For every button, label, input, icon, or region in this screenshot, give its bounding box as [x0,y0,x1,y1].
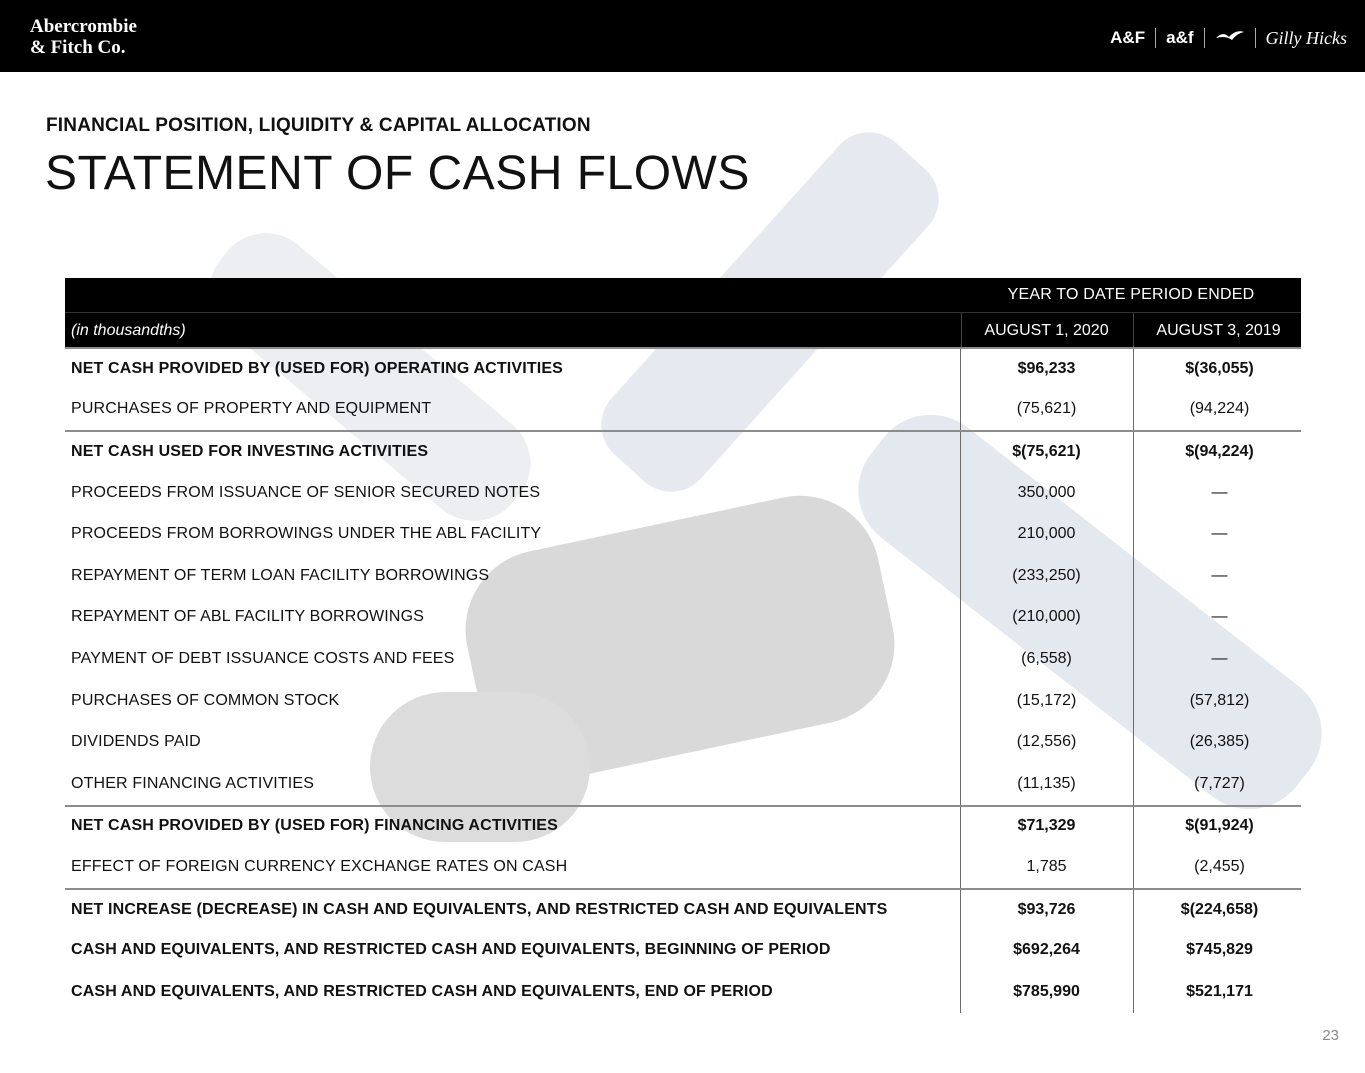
value-2019: (94,224) [1133,388,1305,431]
value-2020: $(75,621) [960,432,1132,472]
value-2020: (75,621) [960,388,1132,431]
row-label: PURCHASES OF COMMON STOCK [71,691,340,709]
row-label: PAYMENT OF DEBT ISSUANCE COSTS AND FEES [71,649,455,667]
table-row: DIVIDENDS PAID (12,556) (26,385) [65,721,1301,763]
value-2019: (7,727) [1133,762,1305,805]
value-2019: $745,829 [1133,929,1305,971]
row-label: DIVIDENDS PAID [71,733,201,751]
table-row: OTHER FINANCING ACTIVITIES (11,135) (7,727… [65,762,1301,805]
column-header-2020: AUGUST 1, 2020 [961,313,1131,348]
value-2020: 350,000 [960,471,1132,514]
table-row: NET INCREASE (DECREASE) IN CASH AND EQUI… [65,887,1301,930]
row-label: NET CASH PROVIDED BY (USED FOR) FINANCIN… [71,817,558,835]
value-2020: (233,250) [960,554,1132,597]
value-2020: (12,556) [960,721,1132,763]
value-2019: $(94,224) [1133,432,1305,472]
value-2020: (15,172) [960,679,1132,722]
value-2020: $71,329 [960,806,1132,847]
table-row: CASH AND EQUIVALENTS, AND RESTRICTED CAS… [65,970,1301,1013]
company-logo-line2: & Fitch Co. [30,37,126,58]
table-row: NET CASH PROVIDED BY (USED FOR) FINANCIN… [65,804,1301,847]
value-2020: $93,726 [960,889,1132,930]
value-2020: (11,135) [960,762,1132,805]
row-label: NET CASH USED FOR INVESTING ACTIVITIES [71,442,429,460]
period-header: YEAR TO DATE PERIOD ENDED [1007,286,1255,303]
value-2019: — [1133,554,1305,597]
page-title: STATEMENT OF CASH FLOWS [45,147,750,200]
company-logo: Abercrombie & Fitch Co. [30,16,137,58]
table-header: YEAR TO DATE PERIOD ENDED (in thousandth… [65,278,1303,348]
brand-divider [1155,28,1157,48]
brand-af-kids: a&f [1166,28,1194,47]
row-label: CASH AND EQUIVALENTS, AND RESTRICTED CAS… [71,982,773,1000]
row-label: CASH AND EQUIVALENTS, AND RESTRICTED CAS… [71,941,831,959]
row-label: PROCEEDS FROM BORROWINGS UNDER THE ABL F… [71,525,542,543]
value-2019: (57,812) [1133,679,1305,722]
table-body: NET CASH PROVIDED BY (USED FOR) OPERATIN… [65,347,1301,1013]
row-label: NET INCREASE (DECREASE) IN CASH AND EQUI… [71,900,888,918]
seagull-icon [1215,28,1245,48]
row-label: PROCEEDS FROM ISSUANCE OF SENIOR SECURED… [71,483,541,501]
value-2019: — [1133,471,1305,514]
header-bar: Abercrombie & Fitch Co. A&F a&f Gilly Hi… [0,0,1365,72]
value-2019: (26,385) [1133,721,1305,763]
value-2019: $(91,924) [1133,806,1305,847]
table-row: EFFECT OF FOREIGN CURRENCY EXCHANGE RATE… [65,846,1301,888]
table-row: PURCHASES OF PROPERTY AND EQUIPMENT (75,6… [65,388,1301,431]
column-header-2019: AUGUST 3, 2019 [1133,313,1303,348]
value-2020: (210,000) [960,596,1132,639]
value-2020: 210,000 [960,513,1132,555]
row-label: REPAYMENT OF ABL FACILITY BORROWINGS [71,608,425,626]
table-row: PROCEEDS FROM ISSUANCE OF SENIOR SECURED… [65,471,1301,514]
row-label: EFFECT OF FOREIGN CURRENCY EXCHANGE RATE… [71,857,568,875]
value-2019: — [1133,638,1305,680]
value-2019: $521,171 [1133,970,1305,1013]
table-row: CASH AND EQUIVALENTS, AND RESTRICTED CAS… [65,929,1301,971]
value-2020: $96,233 [960,349,1132,389]
table-row: REPAYMENT OF ABL FACILITY BORROWINGS (210… [65,596,1301,639]
units-label: (in thousandths) [71,322,186,339]
value-2019: — [1133,596,1305,639]
table-row: PAYMENT OF DEBT ISSUANCE COSTS AND FEES (… [65,638,1301,680]
value-2019: $(224,658) [1133,889,1305,930]
value-2020: (6,558) [960,638,1132,680]
value-2020: $692,264 [960,929,1132,971]
table-row: PURCHASES OF COMMON STOCK (15,172) (57,812… [65,679,1301,722]
row-label: PURCHASES OF PROPERTY AND EQUIPMENT [71,400,432,418]
value-2020: $785,990 [960,970,1132,1013]
brand-divider [1203,28,1205,48]
table-row: NET CASH USED FOR INVESTING ACTIVITIES $(… [65,430,1301,472]
company-logo-line1: Abercrombie [30,16,137,37]
value-2019: — [1133,513,1305,555]
section-subtitle: FINANCIAL POSITION, LIQUIDITY & CAPITAL … [46,115,591,136]
table-row: PROCEEDS FROM BORROWINGS UNDER THE ABL F… [65,513,1301,555]
value-2020: 1,785 [960,846,1132,888]
page-number: 23 [1322,1027,1339,1044]
brand-logos: A&F a&f Gilly Hicks [1110,26,1347,50]
brand-af: A&F [1110,28,1146,47]
brand-divider [1254,28,1256,48]
row-label: OTHER FINANCING ACTIVITIES [71,774,315,792]
value-2019: (2,455) [1133,846,1305,888]
row-label: NET CASH PROVIDED BY (USED FOR) OPERATIN… [71,359,563,377]
cash-flow-table: YEAR TO DATE PERIOD ENDED (in thousandth… [65,278,1301,1013]
row-label: REPAYMENT OF TERM LOAN FACILITY BORROWIN… [71,566,490,584]
table-row: REPAYMENT OF TERM LOAN FACILITY BORROWIN… [65,554,1301,597]
value-2019: $(36,055) [1133,349,1305,389]
brand-gilly-hicks: Gilly Hicks [1265,27,1347,48]
table-row: NET CASH PROVIDED BY (USED FOR) OPERATIN… [65,347,1301,389]
